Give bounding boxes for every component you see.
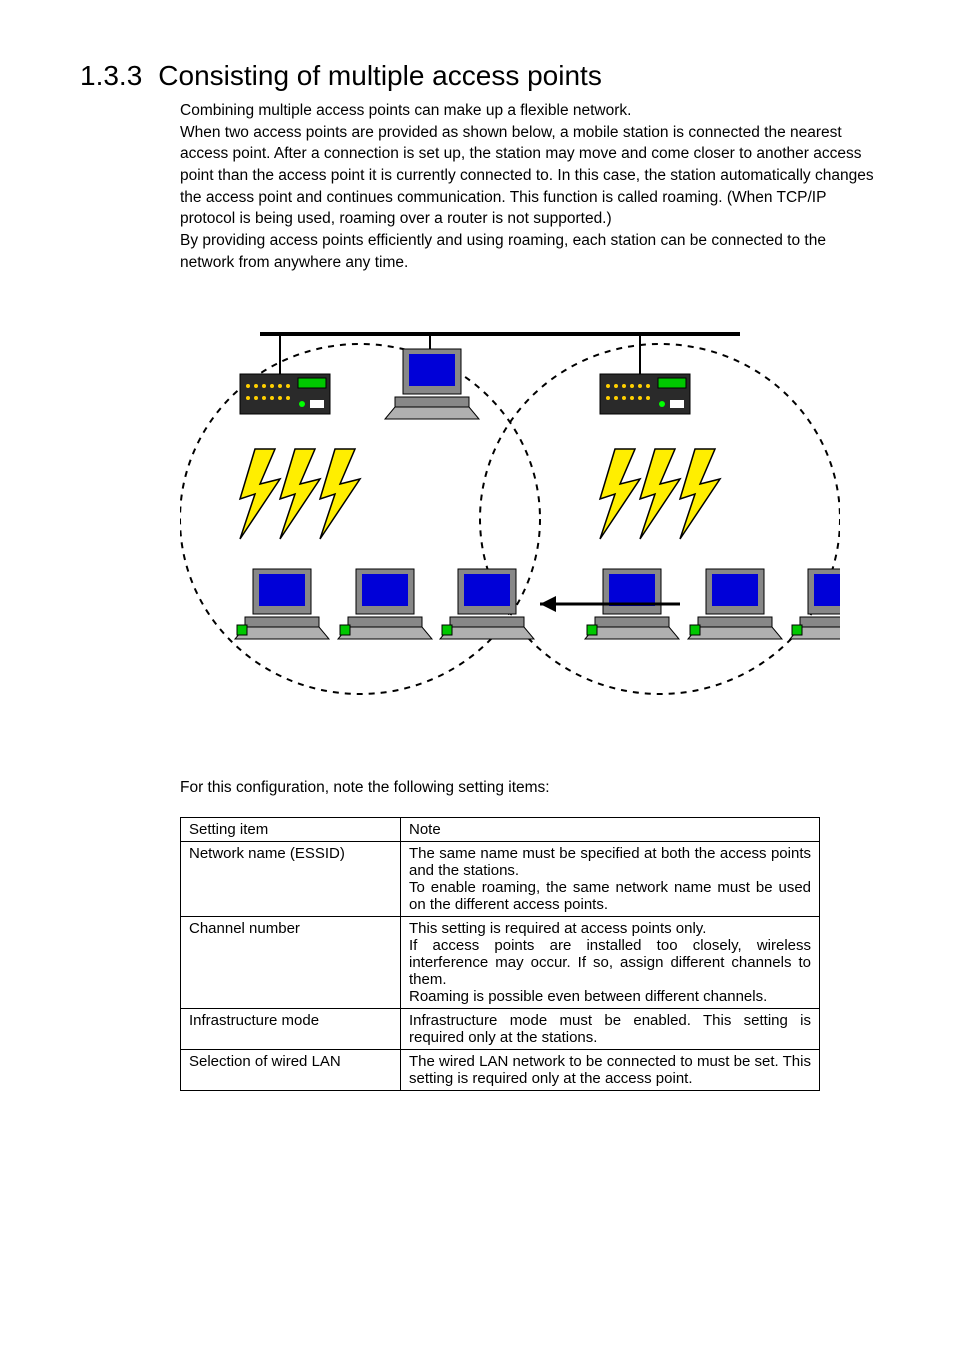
- table-header-item: Setting item: [181, 817, 401, 841]
- diagram-svg: [180, 314, 840, 714]
- body-paragraph: Combining multiple access points can mak…: [180, 100, 874, 274]
- settings-table: Setting item Note Network name (ESSID) T…: [180, 817, 820, 1091]
- table-row: Infrastructure mode Infrastructure mode …: [181, 1008, 820, 1049]
- setting-note: Infrastructure mode must be enabled. Thi…: [401, 1008, 820, 1049]
- setting-item: Channel number: [181, 916, 401, 1008]
- setting-note: This setting is required at access point…: [401, 916, 820, 1008]
- setting-item: Infrastructure mode: [181, 1008, 401, 1049]
- setting-item: Network name (ESSID): [181, 841, 401, 916]
- table-row: Network name (ESSID) The same name must …: [181, 841, 820, 916]
- section-number: 1.3.3: [80, 60, 142, 91]
- table-row: Channel number This setting is required …: [181, 916, 820, 1008]
- section-title: Consisting of multiple access points: [158, 60, 602, 91]
- note-line: For this configuration, note the followi…: [180, 779, 874, 797]
- setting-note: The wired LAN network to be connected to…: [401, 1049, 820, 1090]
- setting-item: Selection of wired LAN: [181, 1049, 401, 1090]
- table-row: Selection of wired LAN The wired LAN net…: [181, 1049, 820, 1090]
- section-heading: 1.3.3 Consisting of multiple access point…: [80, 60, 874, 92]
- setting-note: The same name must be specified at both …: [401, 841, 820, 916]
- table-header-note: Note: [401, 817, 820, 841]
- network-diagram: [180, 314, 874, 719]
